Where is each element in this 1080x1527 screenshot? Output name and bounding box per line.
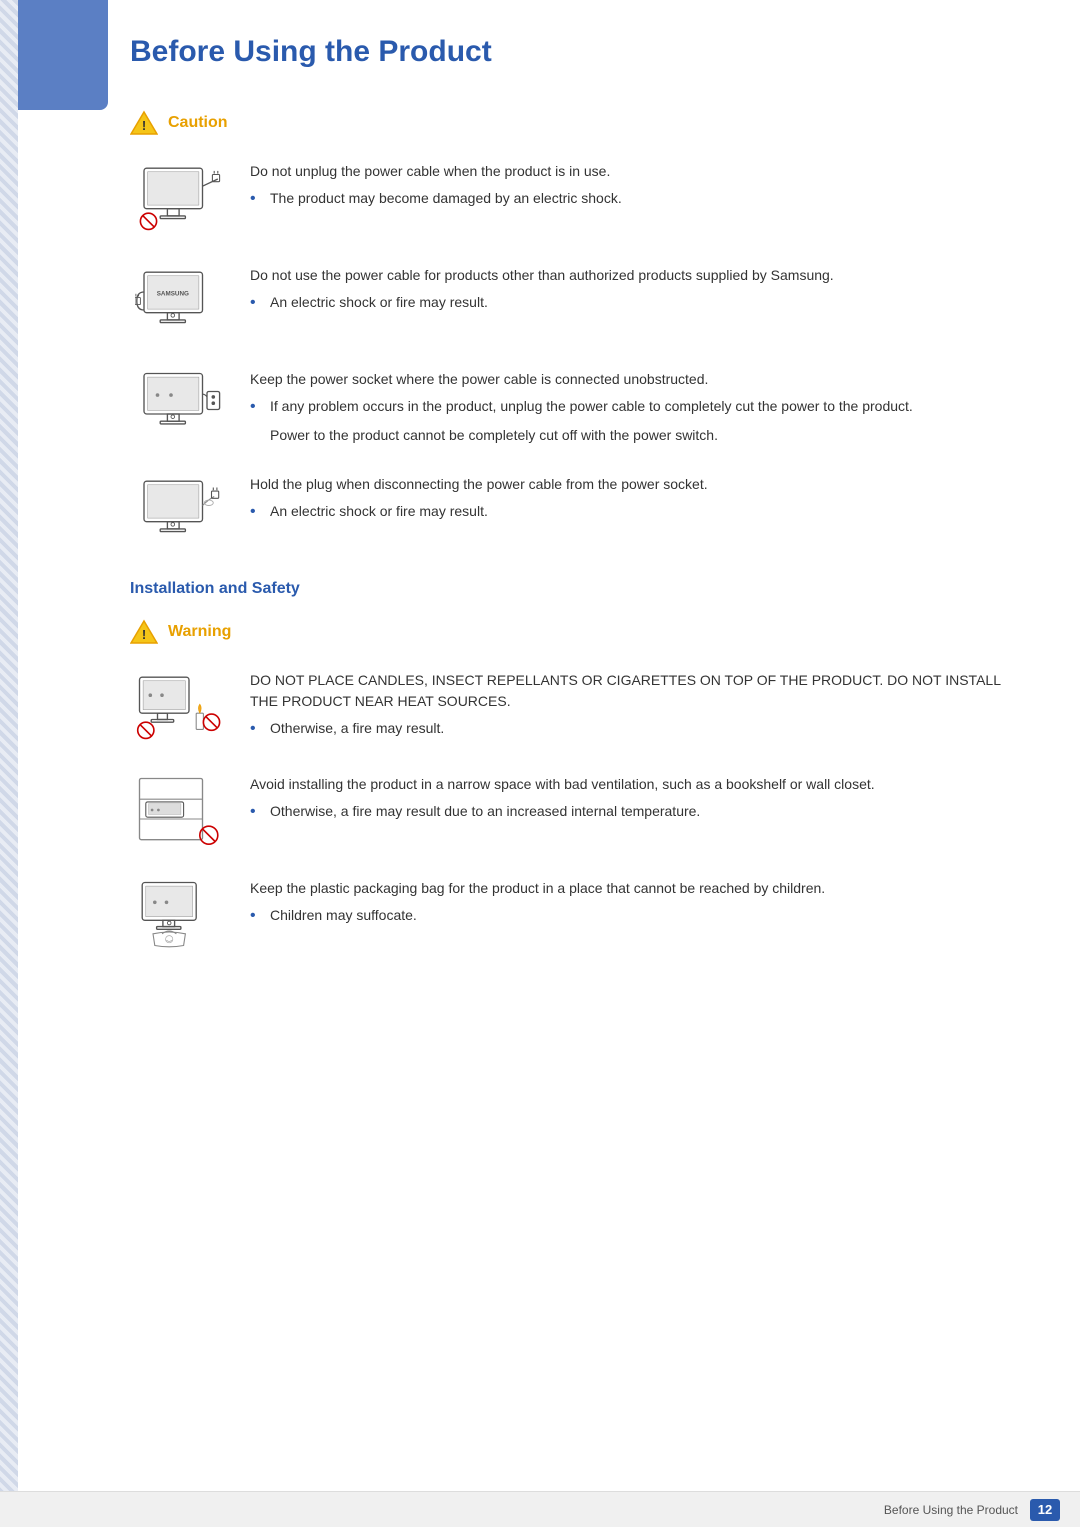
caution-sub-3: • If any problem occurs in the product, … xyxy=(250,396,1020,419)
caution-item-4: Hold the plug when disconnecting the pow… xyxy=(130,470,1020,550)
caution-main-4: Hold the plug when disconnecting the pow… xyxy=(250,474,1020,495)
warning-bullet-text-1: Otherwise, a fire may result. xyxy=(270,718,444,739)
warning-sub-2: • Otherwise, a fire may result due to an… xyxy=(250,801,1020,824)
page-number: 12 xyxy=(1030,1499,1060,1521)
warning-item-3: Keep the plastic packaging bag for the p… xyxy=(130,874,1020,954)
caution-extra-3: Power to the product cannot be completel… xyxy=(270,425,1020,446)
svg-text:SAMSUNG: SAMSUNG xyxy=(157,291,189,298)
warning-item-1: DO NOT PLACE CANDLES, INSECT REPELLANTS … xyxy=(130,666,1020,746)
caution-section: ! Caution xyxy=(130,109,1020,550)
bullet-icon: • xyxy=(250,800,262,824)
caution-image-4 xyxy=(130,470,230,550)
bullet-icon: • xyxy=(250,291,262,315)
warning-sub-3: • Children may suffocate. xyxy=(250,905,1020,928)
caution-item-3: Keep the power socket where the power ca… xyxy=(130,365,1020,446)
installation-heading: Installation and Safety xyxy=(130,580,1020,598)
caution-image-1 xyxy=(130,157,230,237)
bullet-icon: • xyxy=(250,395,262,419)
warning-main-2: Avoid installing the product in a narrow… xyxy=(250,774,1020,795)
bottom-label: Before Using the Product xyxy=(884,1503,1018,1517)
warning-label: Warning xyxy=(168,623,231,641)
bullet-icon: • xyxy=(250,500,262,524)
caution-main-3: Keep the power socket where the power ca… xyxy=(250,369,1020,390)
svg-text:!: ! xyxy=(142,118,146,133)
caution-main-1: Do not unplug the power cable when the p… xyxy=(250,161,1020,182)
svg-text:!: ! xyxy=(142,627,146,642)
caution-icon: ! xyxy=(130,109,158,137)
caution-main-2: Do not use the power cable for products … xyxy=(250,265,1020,286)
warning-text-3: Keep the plastic packaging bag for the p… xyxy=(250,874,1020,928)
caution-item-2: SAMSUNG Do not use the power cable for p… xyxy=(130,261,1020,341)
caution-text-2: Do not use the power cable for products … xyxy=(250,261,1020,315)
warning-item-2: Avoid installing the product in a narrow… xyxy=(130,770,1020,850)
caution-sub-1: • The product may become damaged by an e… xyxy=(250,188,1020,211)
warning-main-1: DO NOT PLACE CANDLES, INSECT REPELLANTS … xyxy=(250,670,1020,712)
caution-image-3 xyxy=(130,365,230,445)
warning-bullet-text-3: Children may suffocate. xyxy=(270,905,417,926)
caution-text-4: Hold the plug when disconnecting the pow… xyxy=(250,470,1020,524)
warning-sub-1: • Otherwise, a fire may result. xyxy=(250,718,1020,741)
caution-label: Caution xyxy=(168,114,228,132)
warning-section: ! Warning xyxy=(130,618,1020,954)
warning-image-2 xyxy=(130,770,230,850)
warning-icon: ! xyxy=(130,618,158,646)
bullet-icon: • xyxy=(250,187,262,211)
caution-bullet-text-4: An electric shock or fire may result. xyxy=(270,501,488,522)
warning-main-3: Keep the plastic packaging bag for the p… xyxy=(250,878,1020,899)
warning-text-1: DO NOT PLACE CANDLES, INSECT REPELLANTS … xyxy=(250,666,1020,741)
warning-bullet-text-2: Otherwise, a fire may result due to an i… xyxy=(270,801,700,822)
warning-image-1 xyxy=(130,666,230,746)
blue-accent-block xyxy=(18,0,108,110)
caution-header: ! Caution xyxy=(130,109,1020,137)
caution-sub-2: • An electric shock or fire may result. xyxy=(250,292,1020,315)
bullet-icon: • xyxy=(250,904,262,928)
caution-bullet-text-2: An electric shock or fire may result. xyxy=(270,292,488,313)
caution-bullet-text-3: If any problem occurs in the product, un… xyxy=(270,396,913,417)
warning-header: ! Warning xyxy=(130,618,1020,646)
caution-image-2: SAMSUNG xyxy=(130,261,230,341)
warning-image-3 xyxy=(130,874,230,954)
caution-bullet-text-1: The product may become damaged by an ele… xyxy=(270,188,622,209)
caution-item-1: Do not unplug the power cable when the p… xyxy=(130,157,1020,237)
warning-text-2: Avoid installing the product in a narrow… xyxy=(250,770,1020,824)
page-title: Before Using the Product xyxy=(130,20,1020,69)
caution-text-1: Do not unplug the power cable when the p… xyxy=(250,157,1020,211)
bullet-icon: • xyxy=(250,717,262,741)
caution-sub-4: • An electric shock or fire may result. xyxy=(250,501,1020,524)
caution-text-3: Keep the power socket where the power ca… xyxy=(250,365,1020,446)
left-stripe-decoration xyxy=(0,0,18,1527)
bottom-bar: Before Using the Product 12 xyxy=(0,1491,1080,1527)
